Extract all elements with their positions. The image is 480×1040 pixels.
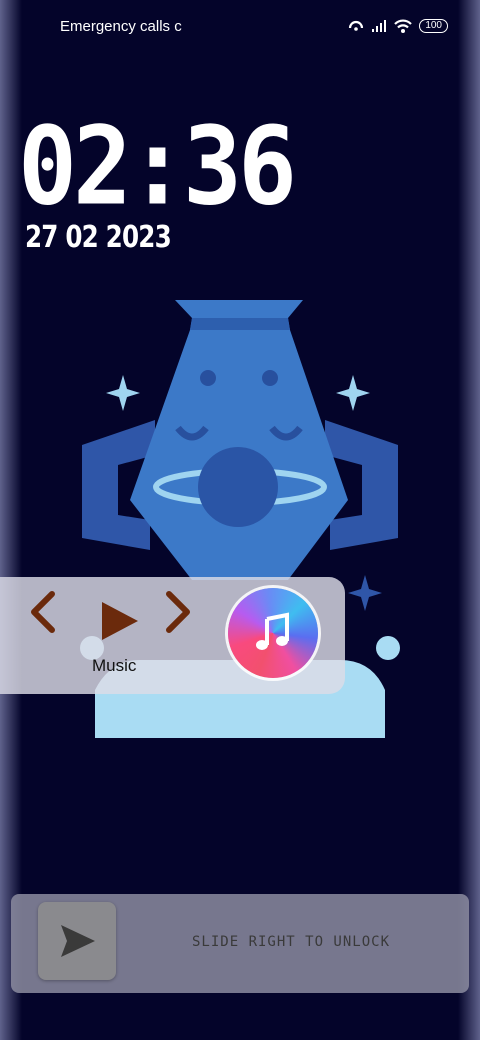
status-bar: Emergency calls c 100 (0, 0, 480, 56)
previous-icon[interactable] (28, 590, 58, 634)
music-label: Music (92, 656, 137, 675)
carrier-text: Emergency calls c (60, 18, 182, 35)
signal-icon (372, 20, 387, 32)
clock-date: 27 02 2023 (25, 220, 172, 255)
status-icons: 100 (347, 18, 448, 34)
battery-icon: 100 (419, 19, 448, 33)
music-note-icon (256, 612, 289, 650)
wifi-icon (394, 19, 413, 33)
play-icon[interactable] (98, 600, 140, 642)
send-arrow-icon (61, 925, 95, 957)
clock-time: 02:36 (18, 104, 297, 230)
unlock-slider-handle[interactable] (38, 902, 116, 980)
slide-to-unlock-text: SLIDE RIGHT TO UNLOCK (192, 934, 391, 950)
next-icon[interactable] (163, 590, 193, 634)
apple-music-icon[interactable] (228, 588, 318, 678)
hotspot-icon (349, 20, 364, 31)
